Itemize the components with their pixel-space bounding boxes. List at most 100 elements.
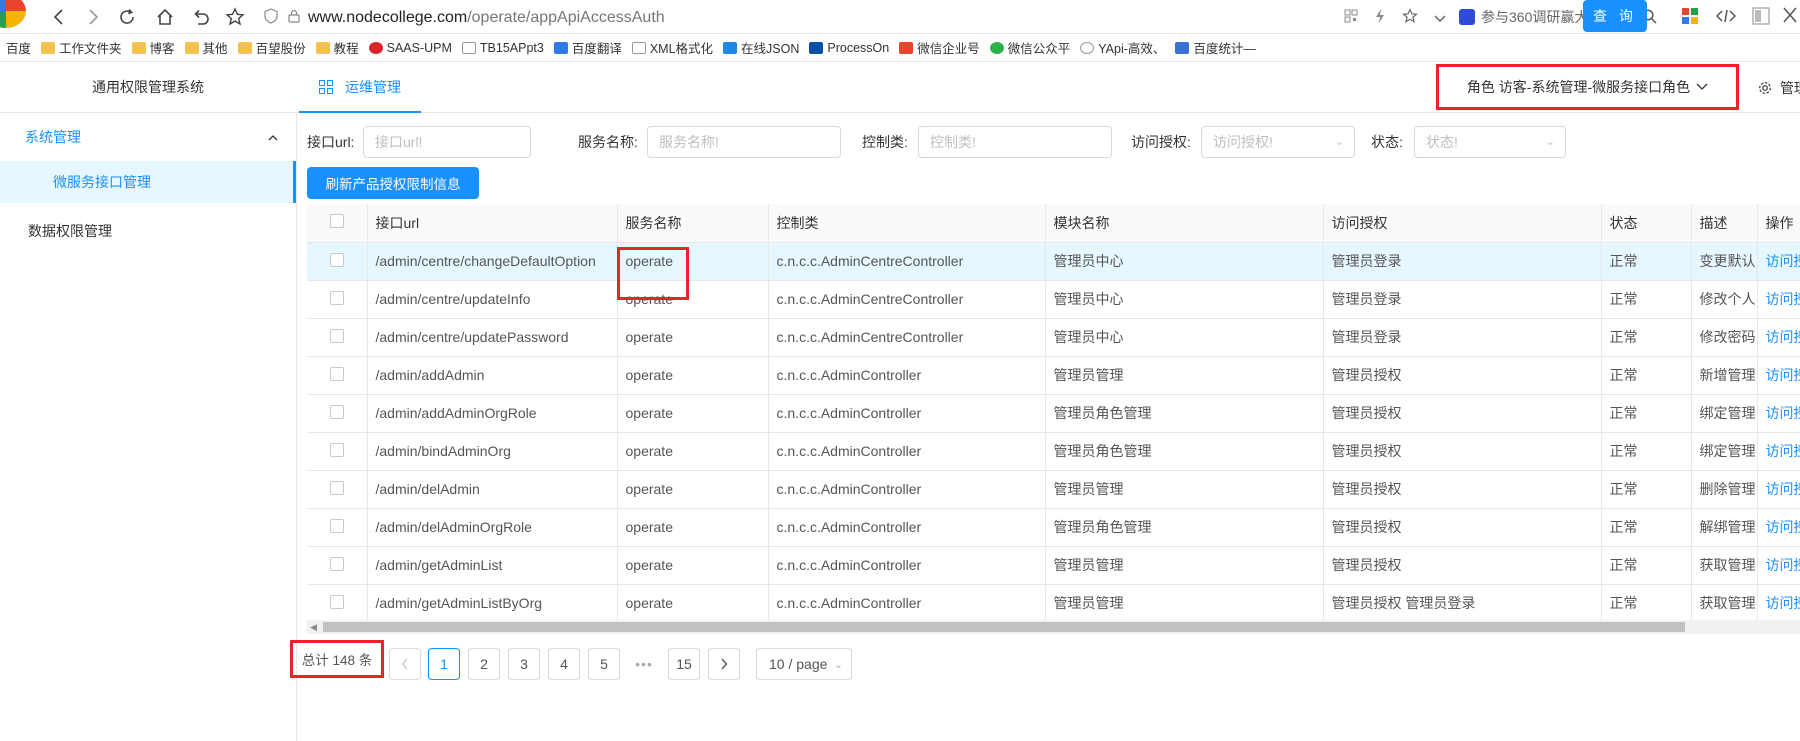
bookmark-work-folder[interactable]: 工作文件夹 <box>41 38 122 57</box>
horizontal-scrollbar[interactable]: ◀ <box>307 620 1800 634</box>
row-checkbox-cell[interactable] <box>307 584 368 623</box>
forward-icon[interactable] <box>80 4 106 30</box>
table-row[interactable]: /admin/delAdmin operate c.n.c.c.AdminContr… <box>307 470 1800 509</box>
bookmark-xml-format[interactable]: XML格式化 <box>631 38 713 57</box>
table-row[interactable]: /admin/getAdminList operate c.n.c.c.AdminC… <box>307 546 1800 585</box>
sidebar-item-microservice-api[interactable]: 微服务接口管理 <box>0 161 296 203</box>
scroll-left-arrow-icon[interactable]: ◀ <box>310 620 317 634</box>
bookmark-online-json[interactable]: 在线JSON <box>723 38 799 57</box>
select-all-checkbox-cell[interactable] <box>307 204 368 243</box>
page-4-button[interactable]: 4 <box>548 648 580 680</box>
page-15-button[interactable]: 15 <box>668 648 700 680</box>
next-page-button[interactable] <box>708 648 740 680</box>
row-checkbox-cell[interactable] <box>307 508 368 547</box>
cell-op[interactable]: 访问授权 <box>1757 280 1800 319</box>
sidebar-item-data-permission[interactable]: 数据权限管理 <box>0 203 296 259</box>
row-checkbox-cell[interactable] <box>307 394 368 433</box>
row-checkbox-cell[interactable] <box>307 432 368 471</box>
role-select[interactable]: 角色 访客-系统管理-微服务接口角色 <box>1436 64 1739 110</box>
row-checkbox[interactable] <box>329 518 344 533</box>
url-filter-input[interactable]: 接口url! <box>363 126 531 158</box>
query-button[interactable]: 查 询 <box>1583 0 1647 32</box>
page-2-button[interactable]: 2 <box>468 648 500 680</box>
table-row[interactable]: /admin/getAdminListByOrg operate c.n.c.c.A… <box>307 584 1800 623</box>
page-size-select[interactable]: 10 / page ⌄ <box>756 648 852 680</box>
bookmark-baidu-translate[interactable]: 百度翻译 <box>553 38 622 57</box>
table-row[interactable]: /admin/centre/updateInfo operate c.n.c.c.A… <box>307 280 1800 319</box>
row-checkbox[interactable] <box>329 290 344 305</box>
cell-op[interactable]: 访问授权 <box>1757 318 1800 357</box>
row-checkbox[interactable] <box>329 366 344 381</box>
page-5-button[interactable]: 5 <box>588 648 620 680</box>
page-1-button[interactable]: 1 <box>428 648 460 680</box>
cell-op[interactable]: 访问授权 <box>1757 356 1800 395</box>
cell-op[interactable]: 访问授权 <box>1757 508 1800 547</box>
tab-ops-management[interactable]: 运维管理 <box>299 62 421 113</box>
row-checkbox-cell[interactable] <box>307 546 368 585</box>
favorite-star-icon[interactable] <box>222 4 248 30</box>
cell-op[interactable]: 访问授权 <box>1757 432 1800 471</box>
bookmark-processon[interactable]: ProcessOn <box>809 41 889 55</box>
address-bar[interactable]: www.nodecollege.com/operate/appApiAccess… <box>264 4 1446 31</box>
table-row[interactable]: /admin/addAdminOrgRole operate c.n.c.c.Adm… <box>307 394 1800 433</box>
bookmark-wechat-work[interactable]: 微信企业号 <box>899 38 980 57</box>
row-checkbox[interactable] <box>329 328 344 343</box>
bookmark-baiwang-folder[interactable]: 百望股份 <box>237 38 306 57</box>
table-row[interactable]: /admin/delAdminOrgRole operate c.n.c.c.Adm… <box>307 508 1800 547</box>
bookmark-yapi[interactable]: YApi-高效、 <box>1080 38 1165 57</box>
qr-code-icon[interactable] <box>1344 9 1358 26</box>
home-icon[interactable] <box>152 4 178 30</box>
reload-icon[interactable] <box>114 4 140 30</box>
row-checkbox-cell[interactable] <box>307 318 368 357</box>
bookmark-baidu-stats[interactable]: 百度统计— <box>1175 38 1256 57</box>
apps-grid-icon[interactable] <box>1682 8 1698 27</box>
table-row[interactable]: /admin/bindAdminOrg operate c.n.c.c.AdminC… <box>307 432 1800 471</box>
row-checkbox[interactable] <box>329 480 344 495</box>
dropdown-chevron-icon[interactable] <box>1434 10 1446 26</box>
page-ellipsis[interactable]: ••• <box>628 648 660 680</box>
row-checkbox-cell[interactable] <box>307 280 368 319</box>
row-checkbox[interactable] <box>329 404 344 419</box>
service-filter-input[interactable]: 服务名称! <box>647 126 841 158</box>
bookmark-tutorial-folder[interactable]: 教程 <box>315 38 359 57</box>
refresh-product-auth-button[interactable]: 刷新产品授权限制信息 <box>307 167 479 199</box>
bookmark-other-folder[interactable]: 其他 <box>184 38 228 57</box>
bookmark-blog-folder[interactable]: 博客 <box>131 38 175 57</box>
row-checkbox[interactable] <box>329 442 344 457</box>
bookmark-baidu[interactable]: 百度 <box>6 38 31 57</box>
page-3-button[interactable]: 3 <box>508 648 540 680</box>
cell-controller: c.n.c.c.AdminController <box>768 470 1046 509</box>
cell-op[interactable]: 访问授权 <box>1757 394 1800 433</box>
bookmark-wechat-mp[interactable]: 微信公众平 <box>989 38 1070 57</box>
table-row[interactable]: /admin/centre/changeDefaultOption operate… <box>307 242 1800 281</box>
reader-mode-icon[interactable] <box>1752 7 1770 28</box>
table-row[interactable]: /admin/centre/updatePassword operate c.n.c… <box>307 318 1800 357</box>
bookmark-saas-upm[interactable]: SAAS-UPM <box>368 41 452 55</box>
admin-menu[interactable]: 管理 <box>1758 62 1800 113</box>
controller-filter-input[interactable]: 控制类! <box>918 126 1112 158</box>
table-row[interactable]: /admin/addAdmin operate c.n.c.c.AdminContr… <box>307 356 1800 395</box>
row-checkbox[interactable] <box>329 594 344 609</box>
row-checkbox[interactable] <box>329 556 344 571</box>
lightning-icon[interactable] <box>1374 8 1386 27</box>
undo-icon[interactable] <box>188 4 214 30</box>
row-checkbox-cell[interactable] <box>307 470 368 509</box>
cell-op[interactable]: 访问授权 <box>1757 584 1800 623</box>
status-filter-select[interactable]: 状态! ⌄ <box>1414 126 1566 158</box>
prev-page-button[interactable] <box>389 648 421 680</box>
access-filter-select[interactable]: 访问授权! ⌄ <box>1201 126 1355 158</box>
row-checkbox-cell[interactable] <box>307 242 368 281</box>
row-checkbox[interactable] <box>329 252 344 267</box>
row-checkbox-cell[interactable] <box>307 356 368 395</box>
scrollbar-thumb[interactable] <box>323 622 1685 632</box>
select-all-checkbox[interactable] <box>329 214 344 229</box>
bookmark-star-icon[interactable] <box>1402 8 1418 27</box>
dev-tools-icon[interactable] <box>1715 8 1737 27</box>
scissors-icon[interactable] <box>1782 7 1798 28</box>
bookmark-tb15[interactable]: TB15APpt3 <box>461 41 544 55</box>
cell-op[interactable]: 访问授权 <box>1757 546 1800 585</box>
back-icon[interactable] <box>46 4 72 30</box>
cell-op[interactable]: 访问授权 <box>1757 470 1800 509</box>
cell-op[interactable]: 访问授权 <box>1757 242 1800 281</box>
sidebar-group-system[interactable]: 系统管理 <box>0 113 296 161</box>
